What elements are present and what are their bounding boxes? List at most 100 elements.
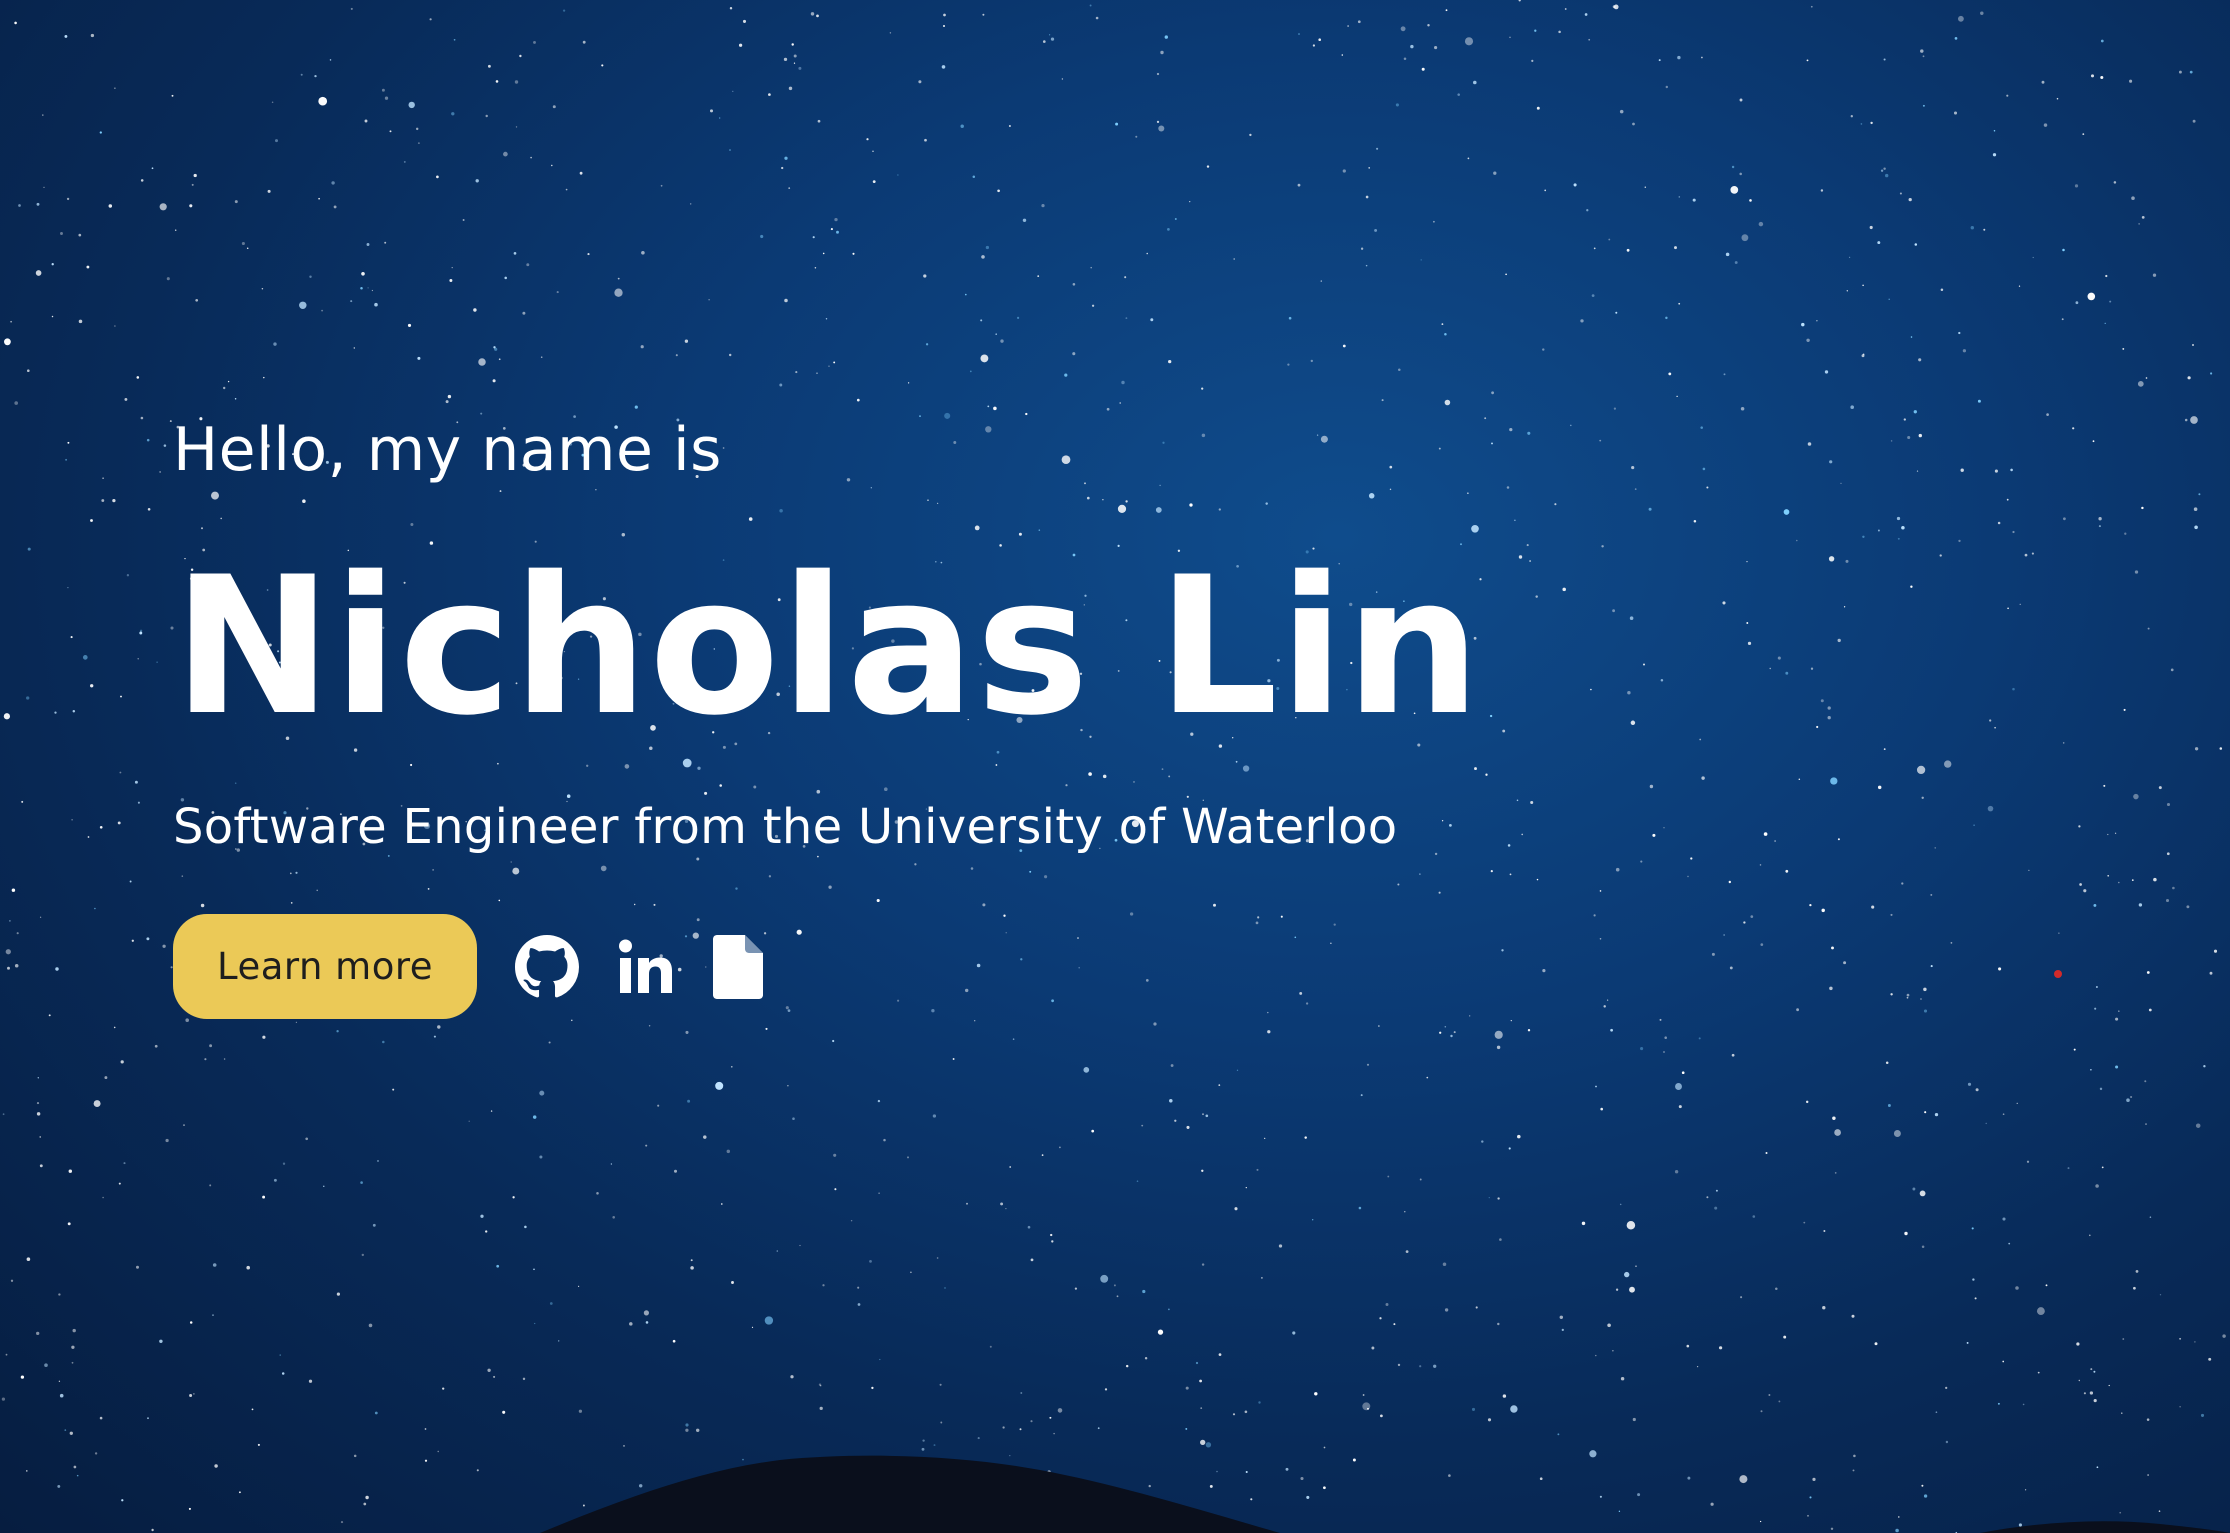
star xyxy=(90,684,94,688)
star xyxy=(539,1155,543,1159)
star xyxy=(1475,1306,1478,1309)
star xyxy=(1588,38,1591,41)
star xyxy=(708,299,710,301)
star xyxy=(1595,1085,1597,1088)
star xyxy=(1880,169,1884,172)
star xyxy=(1141,1124,1144,1127)
star xyxy=(67,1222,71,1226)
star xyxy=(850,1219,853,1222)
star xyxy=(814,267,817,269)
star xyxy=(1531,59,1534,63)
star xyxy=(764,1316,774,1325)
star xyxy=(783,57,788,62)
star xyxy=(834,1188,837,1191)
star xyxy=(1368,167,1371,169)
star xyxy=(1918,433,1922,438)
star xyxy=(981,255,985,259)
star xyxy=(1998,967,2002,971)
star xyxy=(55,967,59,971)
star xyxy=(1341,54,1344,56)
star xyxy=(1488,1196,1490,1199)
star xyxy=(1701,776,1705,780)
star xyxy=(1558,30,1561,34)
star xyxy=(1686,1344,1690,1348)
resume-link[interactable] xyxy=(713,934,763,999)
star xyxy=(1027,1225,1031,1229)
star xyxy=(1380,1414,1383,1418)
star xyxy=(1862,535,1865,538)
star xyxy=(1267,1030,1271,1034)
star xyxy=(1160,50,1164,55)
star xyxy=(2099,1087,2103,1091)
star xyxy=(2166,802,2171,807)
star xyxy=(1489,714,1493,718)
star xyxy=(162,944,166,948)
linkedin-icon xyxy=(619,939,672,993)
star xyxy=(282,1162,286,1165)
star xyxy=(502,1410,506,1414)
star xyxy=(2016,1102,2018,1104)
star xyxy=(587,253,590,256)
star xyxy=(1740,406,1745,411)
star xyxy=(1783,1335,1787,1339)
star xyxy=(1687,875,1689,878)
star xyxy=(384,96,389,100)
star xyxy=(1973,824,1975,827)
star xyxy=(1810,5,1813,8)
star xyxy=(300,73,303,76)
star xyxy=(333,205,337,209)
star xyxy=(9,920,11,922)
star xyxy=(1698,1037,1701,1040)
star xyxy=(1760,943,1764,946)
star xyxy=(2213,949,2218,953)
star xyxy=(485,114,488,118)
star xyxy=(1696,1365,1699,1368)
star xyxy=(417,142,420,145)
star xyxy=(779,383,783,387)
star xyxy=(451,266,453,269)
star xyxy=(2093,1399,2097,1403)
star xyxy=(174,229,177,231)
star xyxy=(685,1030,689,1034)
star xyxy=(1885,1061,1889,1064)
star xyxy=(261,288,264,290)
star xyxy=(1630,720,1636,726)
star xyxy=(1410,44,1414,49)
star xyxy=(2133,1286,2136,1290)
star xyxy=(1850,405,1854,409)
star xyxy=(832,1039,835,1043)
github-link[interactable] xyxy=(515,934,579,999)
star xyxy=(1644,186,1647,188)
star xyxy=(93,1100,101,1108)
star xyxy=(1798,778,1801,781)
star xyxy=(939,1383,942,1386)
star xyxy=(503,151,508,157)
star xyxy=(578,1285,580,1287)
star xyxy=(1626,1220,1636,1230)
star xyxy=(2166,852,2170,856)
star xyxy=(582,1504,585,1507)
star xyxy=(1923,1494,1928,1498)
star xyxy=(36,1331,40,1336)
star xyxy=(1201,387,1204,390)
star xyxy=(246,247,249,250)
star xyxy=(1901,882,1904,885)
star xyxy=(58,1293,61,1296)
star xyxy=(2107,833,2109,836)
star xyxy=(1785,671,1789,675)
star xyxy=(1827,706,1831,710)
star xyxy=(94,1452,98,1455)
star xyxy=(1890,993,1893,996)
star xyxy=(1940,288,1944,292)
star xyxy=(1509,427,1513,432)
linkedin-link[interactable] xyxy=(617,938,675,996)
star xyxy=(1852,1469,1855,1472)
star xyxy=(442,1387,445,1390)
star xyxy=(2073,1048,2076,1051)
star xyxy=(2012,687,2015,691)
star xyxy=(1148,1484,1151,1488)
star xyxy=(1185,1427,1188,1430)
star xyxy=(372,1223,376,1227)
star xyxy=(18,204,21,207)
learn-more-button[interactable]: Learn more xyxy=(173,914,477,1019)
